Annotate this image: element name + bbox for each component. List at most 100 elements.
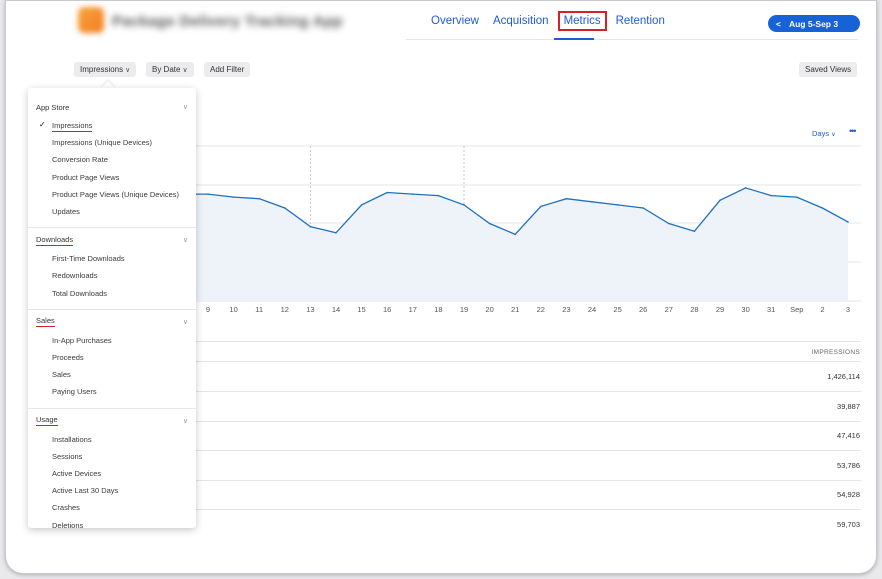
table-cell-impressions: 59,703 — [837, 519, 860, 529]
menu-section-label: Usage — [36, 415, 58, 427]
table-row-divider — [196, 450, 861, 451]
menu-item-product-page-views[interactable]: Product Page Views — [52, 173, 119, 182]
x-tick-label: 16 — [383, 305, 391, 314]
menu-item-label: Updates — [52, 207, 80, 216]
menu-item-label: Impressions (Unique Devices) — [52, 138, 153, 148]
menu-item-active-devices[interactable]: Active Devices — [52, 469, 101, 478]
x-tick-label: 10 — [229, 305, 237, 314]
menu-item-conversion-rate[interactable]: Conversion Rate — [52, 155, 108, 164]
data-point — [821, 207, 824, 209]
x-tick-label: 3 — [846, 305, 850, 314]
menu-item-paying-users[interactable]: Paying Users — [52, 387, 97, 396]
data-point — [565, 197, 568, 200]
menu-section-sales[interactable]: Sales ∨ — [28, 315, 196, 329]
table-row-divider — [196, 479, 861, 481]
data-point — [744, 187, 747, 189]
menu-item-active-last-30-days[interactable]: Active Last 30 Days — [52, 486, 118, 495]
table-cell-impressions: 47,416 — [837, 431, 860, 440]
x-tick-label: 30 — [741, 305, 749, 314]
menu-item-proceeds[interactable]: Proceeds — [52, 353, 84, 362]
menu-item-impressions[interactable]: ✓ Impressions — [39, 120, 93, 132]
data-point — [514, 233, 516, 236]
menu-section-downloads[interactable]: Downloads ∨ — [28, 233, 196, 247]
menu-item-sales[interactable]: Sales — [52, 370, 71, 379]
chevron-down-icon: ∨ — [182, 417, 188, 425]
table-row-divider — [196, 509, 861, 510]
x-tick-label: 21 — [511, 305, 519, 314]
x-tick-label: 19 — [460, 305, 468, 314]
x-tick-label: 24 — [588, 305, 596, 314]
data-point — [668, 222, 670, 225]
menu-section-divider — [28, 308, 196, 310]
x-tick-label: 14 — [332, 305, 340, 314]
data-point — [616, 204, 619, 206]
menu-item-sessions[interactable]: Sessions — [52, 452, 82, 461]
data-point — [540, 205, 542, 208]
chevron-down-icon: ∨ — [182, 318, 188, 326]
chevron-down-icon: ∨ — [182, 237, 188, 245]
menu-item-label: Deletions — [52, 520, 84, 528]
x-tick-label: 23 — [562, 305, 570, 314]
x-tick-label: 27 — [665, 305, 673, 314]
x-tick-label: 20 — [485, 305, 493, 314]
menu-item-label: Crashes — [52, 503, 80, 513]
x-tick-label: 17 — [409, 305, 417, 314]
menu-item-label: Paying Users — [52, 387, 97, 397]
menu-section-usage[interactable]: Usage ∨ — [28, 414, 196, 428]
menu-section-divider — [28, 227, 196, 229]
menu-item-label: Product Page Views (Unique Devices) — [52, 189, 180, 199]
menu-item-label: Sessions — [52, 451, 83, 461]
chevron-down-icon: ∨ — [182, 104, 188, 111]
menu-item-installations[interactable]: Installations — [52, 435, 92, 444]
data-point — [360, 204, 363, 206]
menu-item-label: Total Downloads — [52, 288, 108, 298]
table-cell-impressions: 54,928 — [837, 490, 860, 499]
table-row-divider — [196, 420, 861, 422]
checkmark-icon: ✓ — [39, 120, 46, 129]
x-tick-label: 22 — [537, 305, 545, 314]
menu-section-label: App Store — [36, 102, 70, 112]
data-point — [284, 207, 286, 209]
metric-menu: App Store ∨ ✓ Impressions Impressions (Uniqu… — [28, 88, 196, 528]
menu-section-label: Sales — [36, 316, 55, 328]
x-tick-label: Sep — [790, 305, 803, 314]
data-point — [335, 232, 337, 234]
menu-item-updates[interactable]: Updates — [52, 207, 80, 216]
data-point — [488, 222, 491, 225]
data-point — [847, 221, 849, 223]
menu-item-product-page-views-unique-devices[interactable]: Product Page Views (Unique Devices) — [52, 190, 179, 199]
menu-section-app-store[interactable]: App Store ∨ — [28, 100, 196, 114]
data-point — [463, 204, 465, 206]
menu-item-deletions[interactable]: Deletions — [52, 521, 83, 528]
menu-item-label: First-Time Downloads — [52, 254, 125, 264]
table-cell-impressions: 39,887 — [837, 401, 860, 411]
menu-item-label: Installations — [52, 434, 92, 444]
table-divider — [196, 361, 861, 362]
menu-item-label: Conversion Rate — [52, 155, 108, 165]
x-tick-label: 9 — [206, 305, 210, 314]
menu-item-total-downloads[interactable]: Total Downloads — [52, 289, 107, 298]
menu-item-impressions-unique-devices[interactable]: Impressions (Unique Devices) — [52, 138, 152, 147]
menu-item-label: Impressions — [52, 121, 93, 132]
data-point — [412, 193, 414, 195]
data-point — [719, 199, 721, 202]
menu-item-first-time-downloads[interactable]: First-Time Downloads — [52, 254, 125, 263]
x-tick-label: 18 — [434, 305, 442, 314]
menu-item-label: Product Page Views — [52, 172, 120, 182]
menu-item-label: Active Last 30 Days — [52, 486, 119, 496]
x-tick-label: 13 — [306, 305, 314, 314]
x-tick-label: 12 — [281, 305, 289, 314]
menu-item-redownloads[interactable]: Redownloads — [52, 271, 97, 280]
x-tick-label: 25 — [613, 305, 621, 314]
x-tick-label: 2 — [820, 305, 824, 314]
data-point — [693, 230, 696, 233]
data-point — [796, 196, 798, 198]
menu-item-in-app-purchases[interactable]: In-App Purchases — [52, 336, 112, 345]
data-point — [309, 225, 312, 228]
menu-item-crashes[interactable]: Crashes — [52, 503, 80, 512]
x-tick-label: 31 — [767, 305, 775, 314]
menu-item-label: Sales — [52, 370, 71, 380]
series-area — [196, 187, 848, 301]
data-point — [770, 194, 772, 197]
x-tick-label: 11 — [255, 305, 263, 314]
